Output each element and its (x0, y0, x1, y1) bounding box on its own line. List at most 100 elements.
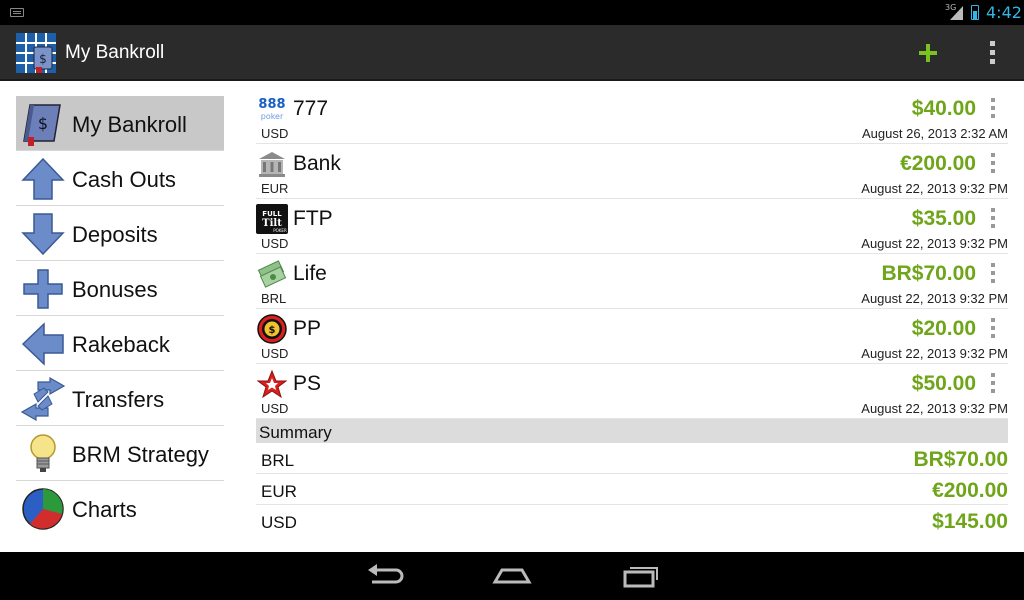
bank-icon (259, 152, 285, 177)
svg-text:POKER: POKER (273, 228, 287, 233)
account-list: 888 poker 777 USD $40.00 August 26, 2013… (256, 89, 1008, 536)
account-balance: $20.00 (911, 317, 976, 340)
sidebar-item-bonuses[interactable]: Bonuses (16, 261, 224, 316)
summary-currency: USD (261, 513, 297, 532)
sidebar-item-cash-outs[interactable]: Cash Outs (16, 151, 224, 206)
transfer-arrows-icon (20, 376, 66, 422)
poker-stars-icon (256, 369, 288, 399)
row-menu-icon[interactable] (990, 263, 996, 283)
summary-amount: $145.00 (932, 510, 1008, 533)
app-logo-icon[interactable]: $ (16, 33, 56, 73)
row-menu-icon[interactable] (990, 208, 996, 228)
account-row-bank[interactable]: Bank EUR €200.00 August 22, 2013 9:32 PM (256, 144, 1008, 199)
bankroll-book-icon: $ (23, 104, 61, 146)
add-button[interactable] (908, 33, 948, 73)
888-poker-icon: 888 poker (256, 94, 288, 124)
account-currency: BRL (261, 291, 287, 306)
account-name: PP (293, 317, 322, 340)
svg-text:$: $ (38, 114, 48, 133)
account-updated: August 22, 2013 9:32 PM (861, 236, 1008, 251)
summary-row: USD $145.00 (256, 505, 1008, 536)
account-balance: BR$70.00 (881, 262, 976, 285)
account-balance: $35.00 (911, 207, 976, 230)
summary-currency: BRL (261, 451, 295, 470)
account-updated: August 22, 2013 9:32 PM (861, 346, 1008, 361)
account-balance: $50.00 (911, 372, 976, 395)
sidebar-item-label: BRM Strategy (72, 442, 209, 467)
sidebar-item-label: My Bankroll (72, 112, 187, 137)
sidebar-item-rakeback[interactable]: Rakeback (16, 316, 224, 371)
keyboard-icon (10, 8, 24, 17)
summary-row: BRL BR$70.00 (256, 443, 1008, 474)
account-updated: August 22, 2013 9:32 PM (861, 291, 1008, 306)
battery-icon (971, 5, 979, 20)
sidebar-item-label: Transfers (72, 387, 165, 412)
sidebar-item-transfers[interactable]: Transfers (16, 371, 224, 426)
arrow-up-icon (21, 157, 65, 200)
account-row-life[interactable]: Life BRL BR$70.00 August 22, 2013 9:32 P… (256, 254, 1008, 309)
svg-text:FULL: FULL (262, 210, 282, 218)
party-poker-icon: $ (257, 314, 287, 344)
sidebar-item-charts[interactable]: Charts (16, 481, 224, 536)
sidebar-item-label: Charts (72, 497, 137, 522)
sidebar-item-label: Bonuses (72, 277, 158, 302)
back-icon[interactable] (364, 562, 404, 590)
page-title: My Bankroll (65, 42, 165, 63)
signal-icon (950, 6, 963, 20)
account-name: PS (293, 372, 322, 395)
sidebar: $ My Bankroll Cash Outs Deposits Bonuses (16, 96, 224, 536)
account-name: Life (293, 262, 327, 285)
account-updated: August 26, 2013 2:32 AM (862, 126, 1008, 141)
lightbulb-icon (30, 434, 56, 472)
svg-text:888: 888 (258, 97, 285, 112)
summary-amount: €200.00 (932, 479, 1008, 502)
account-row-ftp[interactable]: FULL Tilt POKER FTP USD $35.00 August 22… (256, 199, 1008, 254)
summary-currency: EUR (261, 482, 297, 501)
account-balance: $40.00 (911, 97, 976, 120)
arrow-down-icon (21, 213, 65, 256)
account-currency: EUR (261, 181, 289, 196)
row-menu-icon[interactable] (990, 373, 996, 393)
summary-amount: BR$70.00 (913, 448, 1008, 471)
row-menu-icon[interactable] (990, 98, 996, 118)
sidebar-item-label: Deposits (72, 222, 158, 247)
account-name: 777 (293, 97, 329, 120)
action-bar: $ My Bankroll (0, 25, 1024, 81)
svg-text:poker: poker (261, 112, 284, 121)
account-row-pp[interactable]: $ PP USD $20.00 August 22, 2013 9:32 PM (256, 309, 1008, 364)
status-bar: 3G 4:42 (0, 0, 1024, 25)
account-currency: USD (261, 236, 289, 251)
system-nav-bar (0, 552, 1024, 600)
row-menu-icon[interactable] (990, 153, 996, 173)
sidebar-item-my-bankroll[interactable]: $ My Bankroll (16, 96, 224, 151)
svg-text:$: $ (39, 52, 47, 66)
overflow-menu-button[interactable] (978, 37, 1006, 69)
account-currency: USD (261, 346, 289, 361)
plus-icon (23, 269, 63, 309)
account-name: Bank (293, 152, 341, 175)
account-updated: August 22, 2013 9:32 PM (861, 401, 1008, 416)
status-clock: 4:42 (986, 3, 1022, 22)
pie-chart-icon (22, 488, 64, 530)
summary-row: EUR €200.00 (256, 474, 1008, 505)
account-row-777[interactable]: 888 poker 777 USD $40.00 August 26, 2013… (256, 89, 1008, 144)
sidebar-item-label: Rakeback (72, 332, 170, 357)
svg-text:$: $ (269, 325, 276, 336)
account-balance: €200.00 (900, 152, 976, 175)
app-screen: 3G 4:42 $ My Bankroll $ My Bankroll Cash… (0, 0, 1024, 600)
home-icon[interactable] (492, 562, 532, 590)
account-currency: USD (261, 126, 289, 141)
account-currency: USD (261, 401, 289, 416)
sidebar-item-label: Cash Outs (72, 167, 176, 192)
recent-apps-icon[interactable] (620, 562, 660, 590)
row-menu-icon[interactable] (990, 318, 996, 338)
summary-title: Summary (259, 423, 332, 442)
account-updated: August 22, 2013 9:32 PM (861, 181, 1008, 196)
sidebar-item-brm-strategy[interactable]: BRM Strategy (16, 426, 224, 481)
full-tilt-icon: FULL Tilt POKER (256, 204, 288, 234)
summary-header: Summary (256, 419, 1008, 443)
account-row-ps[interactable]: PS USD $50.00 August 22, 2013 9:32 PM (256, 364, 1008, 419)
money-icon (257, 260, 287, 288)
sidebar-item-deposits[interactable]: Deposits (16, 206, 224, 261)
account-name: FTP (293, 207, 333, 230)
